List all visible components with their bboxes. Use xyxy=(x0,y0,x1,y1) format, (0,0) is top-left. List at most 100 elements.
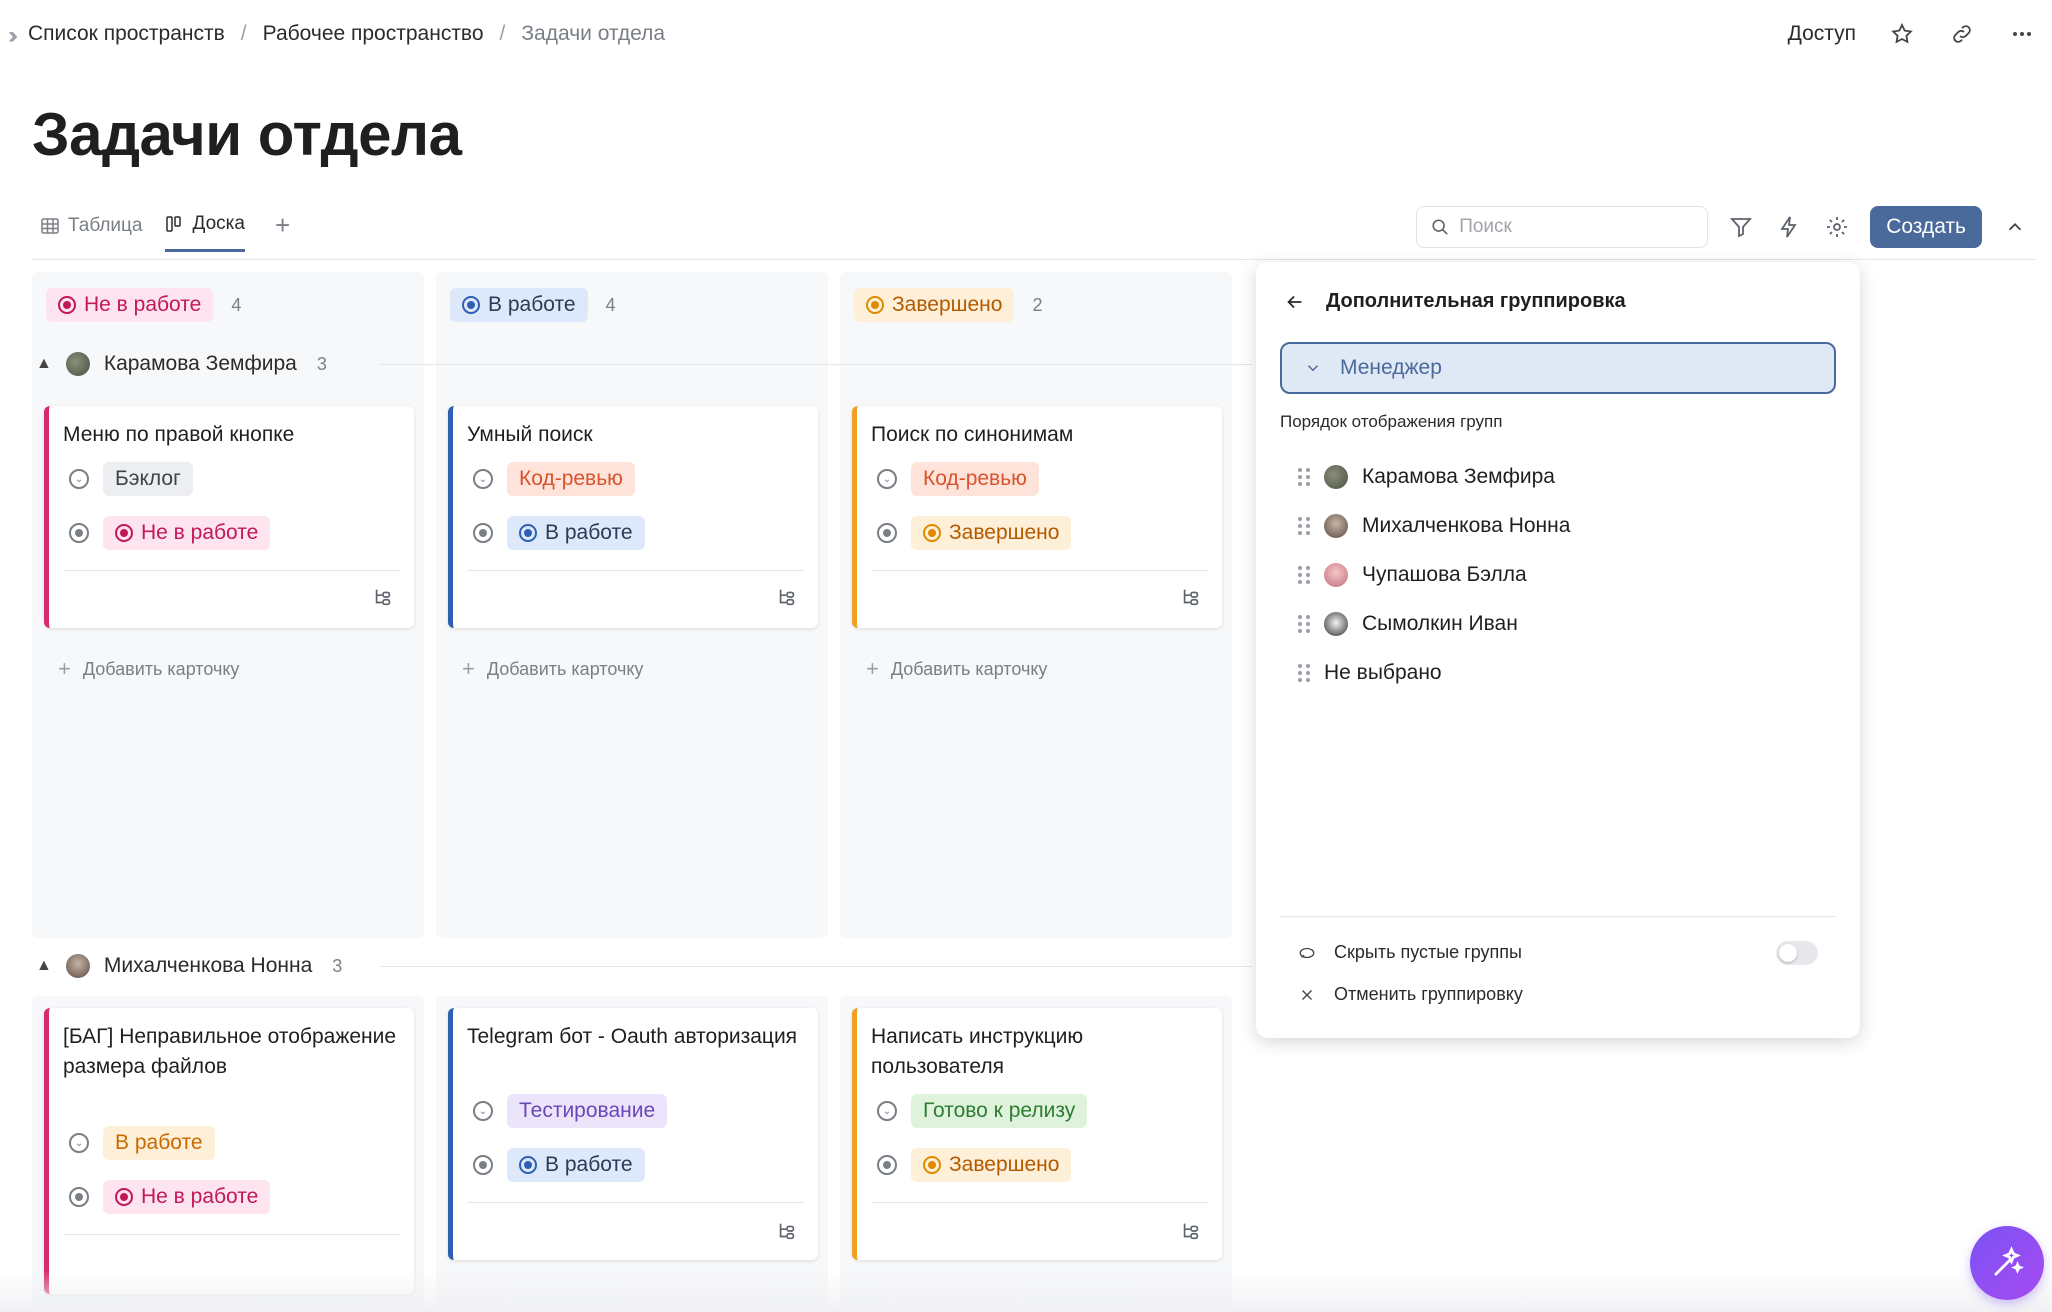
group-order-item[interactable]: Чупашова Бэлла xyxy=(1298,550,1570,599)
search-placeholder: Поиск xyxy=(1459,216,1512,237)
subtasks-icon[interactable] xyxy=(776,586,798,608)
filter-icon[interactable] xyxy=(1726,212,1756,242)
status-label: В работе xyxy=(545,521,633,544)
group-order-label: Карамова Земфира xyxy=(1362,464,1555,488)
status-field-icon xyxy=(69,523,89,543)
create-button[interactable]: Создать xyxy=(1870,206,1982,248)
column-label: Завершено xyxy=(892,293,1003,316)
group-count: 3 xyxy=(316,353,327,374)
status-tag[interactable]: Завершено xyxy=(911,1148,1072,1182)
stage-tag[interactable]: Бэклог xyxy=(103,462,193,496)
subtasks-icon[interactable] xyxy=(372,586,394,608)
hide-empty-groups-toggle[interactable] xyxy=(1776,941,1818,965)
chevron-up-icon[interactable] xyxy=(2000,212,2030,242)
stage-tag[interactable]: Тестирование xyxy=(507,1094,668,1128)
column-header-in-work: В работе 4 xyxy=(438,276,616,334)
status-dot-icon xyxy=(519,524,537,542)
status-tag[interactable]: В работе xyxy=(507,516,645,550)
collapse-triangle-icon[interactable]: ▲ xyxy=(36,957,52,975)
grouping-field-select[interactable]: Менеджер xyxy=(1280,342,1836,394)
stage-tag[interactable]: Код-ревью xyxy=(507,462,635,496)
stage-tag[interactable]: Код-ревью xyxy=(911,462,1039,496)
drag-handle-icon[interactable] xyxy=(1298,614,1310,633)
collapse-triangle-icon[interactable]: ▲ xyxy=(36,355,52,373)
header-actions: Доступ xyxy=(1788,20,2036,48)
card[interactable]: Telegram бот - Oauth авторизация ⌄ Тести… xyxy=(448,1008,818,1260)
status-dot-icon xyxy=(866,296,884,314)
status-field-icon xyxy=(69,1187,89,1207)
group-header-2[interactable]: ▲ Михалченкова Нонна 3 xyxy=(36,954,342,978)
group-order-label: Не выбрано xyxy=(1324,660,1442,684)
ai-assistant-button[interactable] xyxy=(1970,1226,2044,1300)
search-icon xyxy=(1432,219,1448,235)
star-icon[interactable] xyxy=(1888,20,1916,48)
drag-handle-icon[interactable] xyxy=(1298,565,1310,584)
chevron-circle-icon: ⌄ xyxy=(473,469,493,489)
card-divider xyxy=(467,570,804,571)
back-arrow-icon[interactable] xyxy=(1284,291,1306,313)
column-status-tag[interactable]: Не в работе xyxy=(46,288,214,322)
stage-tag[interactable]: Готово к релизу xyxy=(911,1094,1088,1128)
card-stage-row: ⌄ Готово к релизу xyxy=(877,1094,1088,1128)
group-order-title: Порядок отображения групп xyxy=(1280,412,1503,431)
group-order-item[interactable]: Не выбрано xyxy=(1298,648,1570,697)
status-label: Не в работе xyxy=(141,1185,259,1208)
card[interactable]: Меню по правой кнопке ⌄ Бэклог Не в рабо… xyxy=(44,406,414,628)
group-order-item[interactable]: Михалченкова Нонна xyxy=(1298,501,1570,550)
settings-icon[interactable] xyxy=(1822,212,1852,242)
subtasks-icon[interactable] xyxy=(776,1220,798,1242)
column-header-not-in-work: Не в работе 4 xyxy=(34,276,241,334)
plus-icon: + xyxy=(462,656,475,681)
add-card-button[interactable]: + Добавить карточку xyxy=(462,656,643,682)
top-bar: ›› Список пространств / Рабочее простран… xyxy=(0,0,2052,68)
status-tag[interactable]: В работе xyxy=(507,1148,645,1182)
card[interactable]: Поиск по синонимам ⌄ Код-ревью Завершено xyxy=(852,406,1222,628)
group-header-1[interactable]: ▲ Карамова Земфира 3 xyxy=(36,352,327,376)
card-divider xyxy=(467,1202,804,1203)
drag-handle-icon[interactable] xyxy=(1298,467,1310,486)
column-status-tag[interactable]: Завершено xyxy=(854,288,1015,322)
more-icon[interactable] xyxy=(2008,20,2036,48)
stage-tag[interactable]: В работе xyxy=(103,1126,215,1160)
cancel-grouping-option[interactable]: Отменить группировку xyxy=(1298,984,1523,1005)
status-tag[interactable]: Не в работе xyxy=(103,1180,271,1214)
drag-handle-icon[interactable] xyxy=(1298,516,1310,535)
hide-icon xyxy=(1299,947,1315,958)
breadcrumb-item-spaces[interactable]: Список пространств xyxy=(28,22,225,46)
add-view-button[interactable]: + xyxy=(275,210,290,255)
tab-board[interactable]: Доска xyxy=(164,213,245,252)
status-tag[interactable]: Завершено xyxy=(911,516,1072,550)
drag-handle-icon[interactable] xyxy=(1298,663,1310,682)
hide-empty-groups-option[interactable]: Скрыть пустые группы xyxy=(1298,942,1522,963)
subtasks-icon[interactable] xyxy=(1180,1220,1202,1242)
avatar xyxy=(65,352,90,376)
breadcrumb-separator: / xyxy=(499,22,506,45)
search-input[interactable]: Поиск xyxy=(1416,206,1709,248)
status-label: Завершено xyxy=(949,1153,1060,1176)
expand-sidebar-icon[interactable]: ›› xyxy=(8,22,18,50)
column-status-tag[interactable]: В работе xyxy=(450,288,588,322)
card[interactable]: Умный поиск ⌄ Код-ревью В работе xyxy=(448,406,818,628)
group-count: 3 xyxy=(332,955,343,976)
card[interactable]: [БАГ] Неправильное отображение размера ф… xyxy=(44,1008,414,1294)
breadcrumb-item-workspace[interactable]: Рабочее пространство xyxy=(263,22,484,46)
group-order-item[interactable]: Сымолкин Иван xyxy=(1298,599,1570,648)
popover-divider xyxy=(1280,916,1836,917)
card[interactable]: Написать инструкцию пользователя ⌄ Готов… xyxy=(852,1008,1222,1260)
board-icon xyxy=(165,216,181,232)
board-toolbar: Поиск Создать xyxy=(1416,206,2030,248)
add-card-button[interactable]: + Добавить карточку xyxy=(866,656,1047,682)
access-button[interactable]: Доступ xyxy=(1788,22,1856,46)
automation-icon[interactable] xyxy=(1774,212,1804,242)
group-order-item[interactable]: Карамова Земфира xyxy=(1298,452,1570,501)
tab-table[interactable]: Таблица xyxy=(40,215,143,251)
subtasks-icon[interactable] xyxy=(1180,586,1202,608)
link-icon[interactable] xyxy=(1948,20,1976,48)
status-tag[interactable]: Не в работе xyxy=(103,516,271,550)
chevron-circle-icon: ⌄ xyxy=(473,1101,493,1121)
breadcrumb-item-current: Задачи отдела xyxy=(521,22,666,45)
popover-title: Дополнительная группировка xyxy=(1326,290,1626,312)
status-dot-icon xyxy=(519,1156,537,1174)
add-card-button[interactable]: + Добавить карточку xyxy=(58,656,239,682)
bottom-fade xyxy=(0,1270,2052,1312)
